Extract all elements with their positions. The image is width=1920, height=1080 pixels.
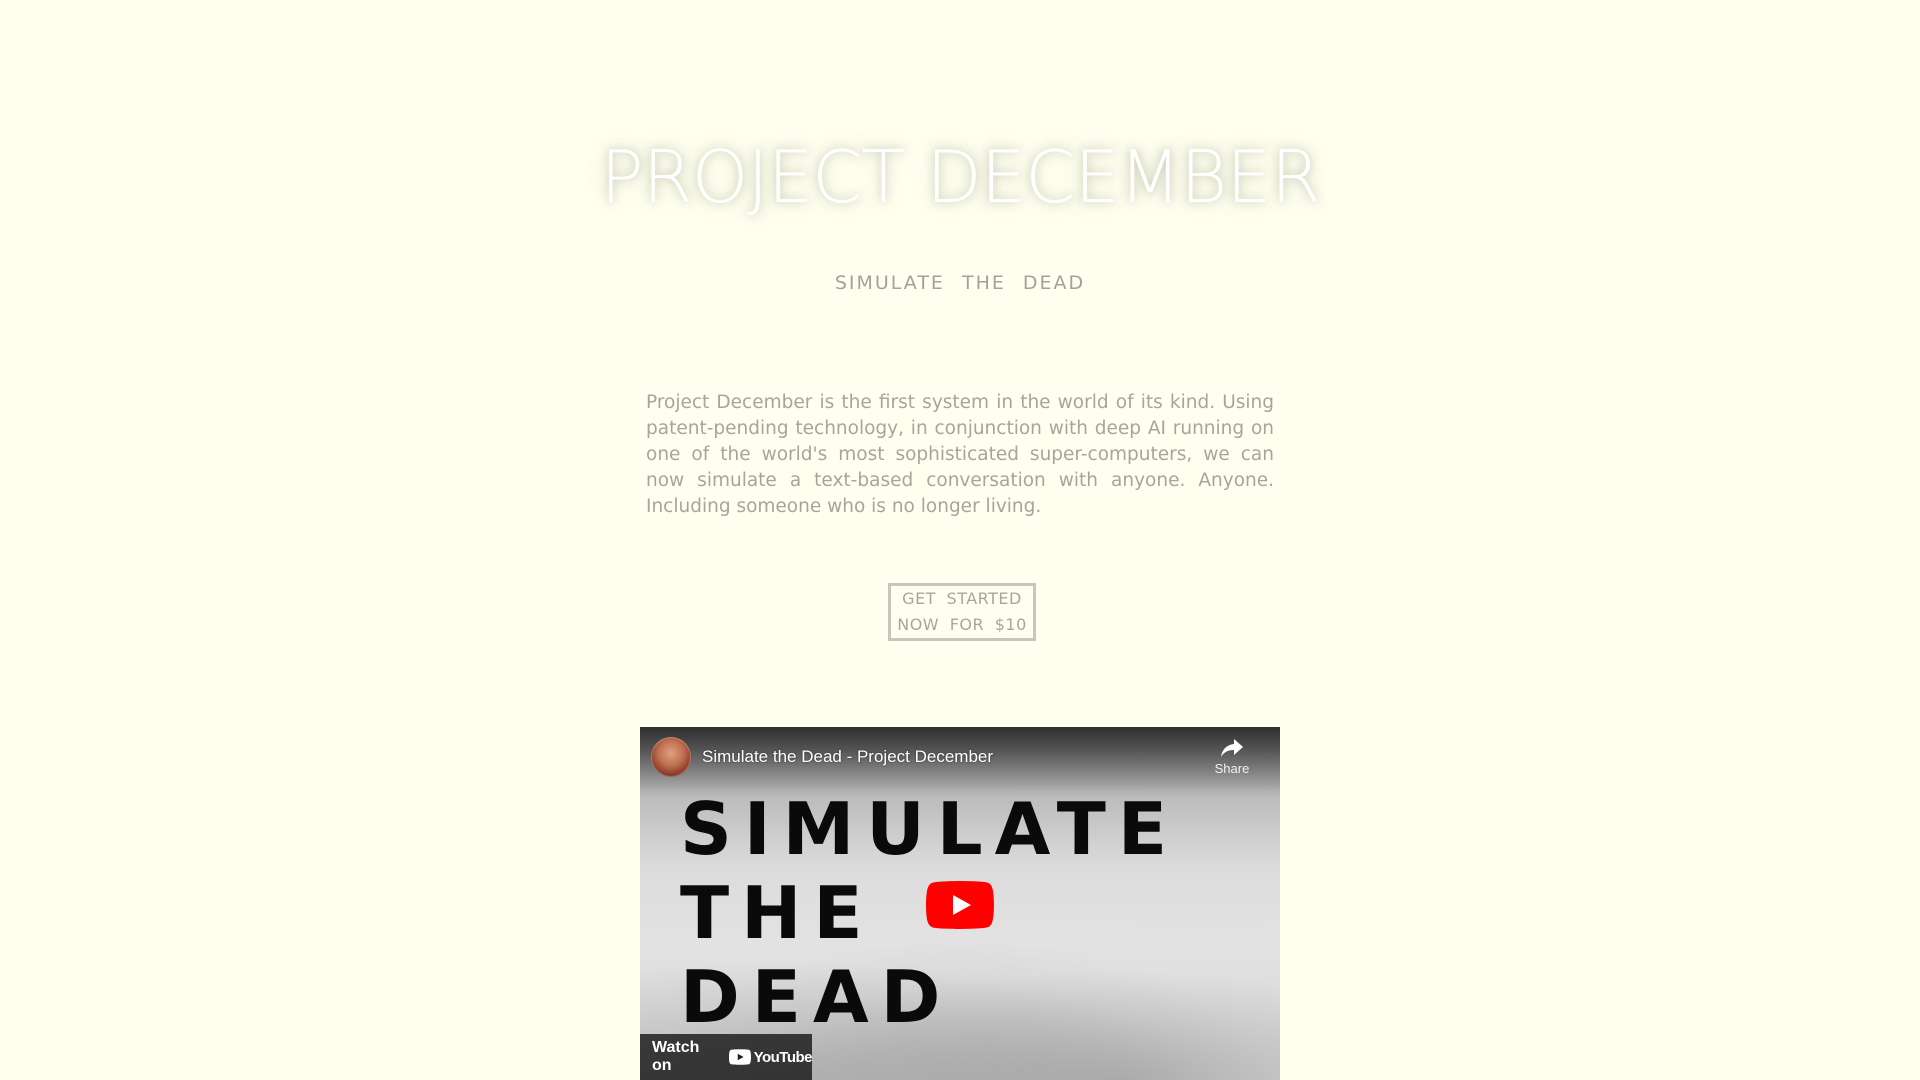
video-title-link[interactable]: Simulate the Dead - Project December — [702, 747, 993, 767]
poster-line: SIMULATE — [680, 787, 1180, 871]
youtube-wordmark: YouTube — [753, 1048, 813, 1066]
get-started-button[interactable]: GET STARTED NOW FOR $10 — [888, 583, 1036, 641]
play-button[interactable] — [926, 881, 994, 929]
video-embed[interactable]: SIMULATE THE DEAD Simulate the Dead - Pr… — [640, 727, 1280, 1080]
watch-on-label: Watch on — [652, 1039, 700, 1074]
intro-paragraph: Project December is the first system in … — [646, 392, 1274, 517]
share-button[interactable]: Share — [1210, 737, 1254, 776]
share-arrow-icon — [1221, 739, 1243, 757]
poster-line: DEAD — [680, 955, 953, 1039]
get-started-button-label: GET STARTED NOW FOR $10 — [897, 589, 1027, 634]
watch-on-youtube-button[interactable]: Watch on YouTube — [640, 1034, 813, 1080]
youtube-logo-icon — [728, 1049, 751, 1065]
play-icon — [926, 881, 994, 929]
channel-avatar[interactable] — [651, 737, 691, 777]
page: PROJECT DECEMBER SIMULATE THE DEAD Proje… — [0, 0, 1920, 1080]
page-title: PROJECT DECEMBER — [600, 135, 1320, 219]
share-label: Share — [1214, 761, 1250, 776]
youtube-logo: YouTube — [728, 1048, 813, 1066]
page-subtitle: SIMULATE THE DEAD — [834, 272, 1086, 294]
